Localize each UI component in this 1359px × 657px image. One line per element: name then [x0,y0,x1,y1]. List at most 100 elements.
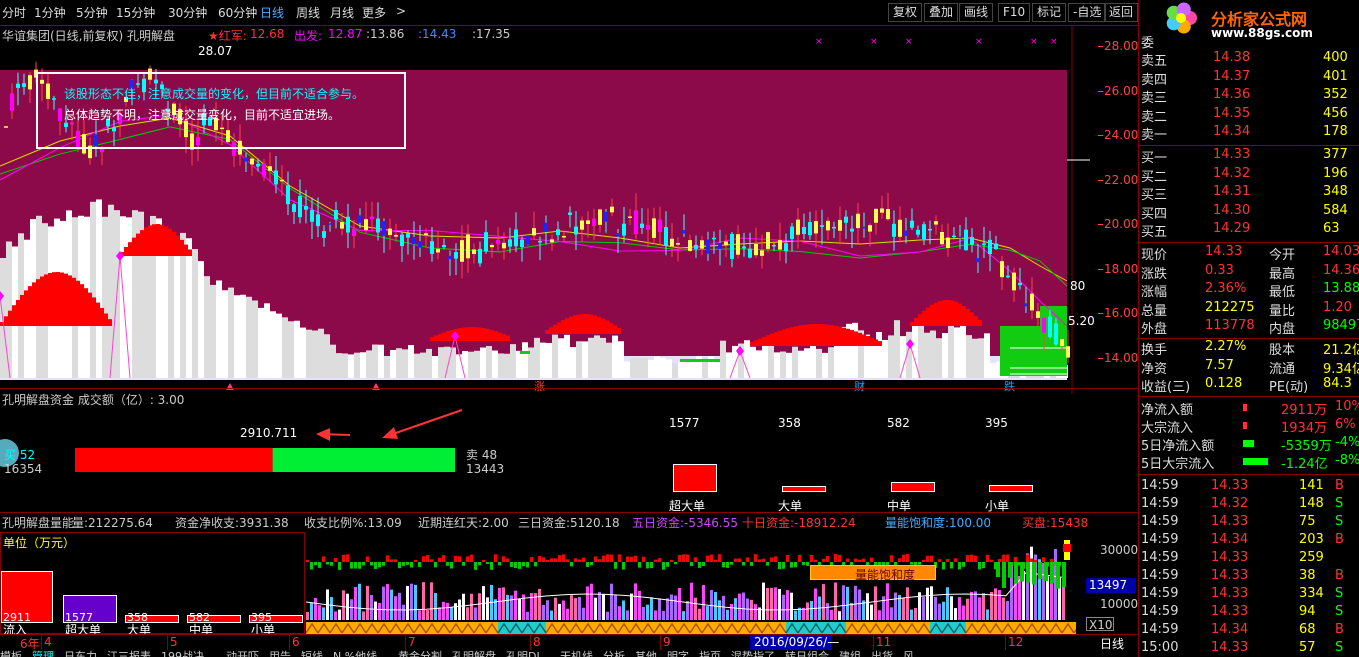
row-price: 14.29 [1213,221,1251,237]
row-label: 买一 [1141,151,1168,166]
volume-chart [306,532,1076,634]
template-tab-17[interactable]: 混势指了 [731,650,775,657]
template-tab-16[interactable]: 指页 [699,650,721,657]
marker-1: 财 [854,379,865,393]
tick-vol: 68 [1299,621,1316,637]
stat-label-1: 净资 [1141,361,1168,377]
quote-row-buys-3: 买四 14.30 584 [1139,203,1359,222]
template-tab-12[interactable]: 天机线 [560,650,593,657]
flow-row-2: 5日净流入额 -5359万 -4% [1139,435,1359,454]
template-tab-2[interactable]: 日东力 [64,650,97,657]
template-tab-21[interactable]: 风 [903,650,914,657]
tool-5[interactable]: -自选 [1068,3,1107,22]
tick-price: 14.34 [1211,621,1249,637]
tool-1[interactable]: 叠加 [924,3,959,22]
more-arrow[interactable]: > [396,4,406,18]
tick-price: 14.33 [1211,639,1249,655]
energy-stat-label: 量: [72,516,89,530]
flow-row-1: 大宗流入 1934万 6% [1139,417,1359,436]
tick-time: 14:59 [1141,603,1179,619]
tool-2[interactable]: 画线 [959,3,994,22]
quote-row-sells-0: 卖五 14.38 400 [1139,50,1359,69]
quote-row-sells-3: 卖二 14.35 456 [1139,105,1359,125]
template-tab-15[interactable]: 明字 [667,650,689,657]
tool-3[interactable]: F10 [998,3,1031,22]
tick-vol: 141 [1299,477,1324,493]
period-6[interactable]: 日线 [260,4,284,21]
logo: 分析家公式网 [1139,0,1359,34]
template-tab-7[interactable]: 短线 [301,650,323,657]
period-1[interactable]: 1分钟 [34,4,66,21]
template-tab-10[interactable]: 孔明解盘 [452,650,496,657]
template-tab-18[interactable]: 转日组合 [785,650,829,657]
stat-label-2: 最低 [1269,285,1296,301]
tick-vol: 75 [1299,513,1316,529]
flow-label: 5日大宗流入 [1141,457,1215,473]
energy-stat-4: 三日资金:5120.18 [518,514,620,531]
divider [0,388,1138,389]
period-0[interactable]: 分时 [2,4,26,21]
saturation-label: 量能饱和度 [855,568,916,582]
template-tab-0[interactable]: 模板 [0,650,22,657]
period-9[interactable]: 更多 [362,4,386,21]
template-tab-14[interactable]: 其他 [635,650,657,657]
stat-label-2: 量比 [1269,303,1296,319]
template-tab-19[interactable]: 建组 [839,650,861,657]
price-tick-mark [1098,46,1103,47]
row-vol: 377 [1323,147,1348,162]
info-value-4: :14.43 [418,27,457,41]
template-tab-3[interactable]: 江三报表 [107,650,151,657]
energy-stat-2: 收支比例%:13.09 [304,514,402,531]
tool-4[interactable]: 标记 [1032,3,1067,22]
row-vol: 456 [1323,105,1348,121]
stat-label-2: 内盘 [1269,322,1296,338]
price-tick-mark [1098,313,1103,315]
flow-label: 净流入额 [1141,402,1194,418]
template-tab-9[interactable]: 黄金分割 [398,650,442,657]
hongjun-value: 12.68 [250,27,285,41]
chufa-label: 出发: [294,29,323,43]
order-bar-3 [989,485,1033,492]
tick-price: 14.33 [1211,513,1249,529]
template-tab-8[interactable]: N.%他线 [333,650,377,657]
quote-row-buys-1: 买二 14.32 196 [1139,166,1359,185]
period-3[interactable]: 15分钟 [116,4,155,21]
period-7[interactable]: 周线 [296,4,320,21]
chart-title: 华谊集团(日线,前复权) 孔明解盘 [2,29,175,43]
stat-value-2: 13.88 [1323,281,1359,297]
order-value-0: 1577 [669,416,700,430]
period-8[interactable]: 月线 [330,4,354,21]
template-tab-20[interactable]: 出货 [871,650,893,657]
energy-stat-label: 五日资金: [632,516,685,530]
flow-bar [1243,458,1268,466]
period-5[interactable]: 60分钟 [218,4,257,21]
tool-6[interactable]: 返回 [1104,3,1139,22]
vol-axis-10000: 10000 [1100,597,1139,611]
x10-button[interactable]: X10 [1086,617,1114,632]
energy-stat-label: 资金净收支: [175,516,240,530]
template-tab-4[interactable]: 199战决 [161,650,204,657]
period-2[interactable]: 5分钟 [76,4,108,21]
template-tab-5[interactable]: 动开吓 [226,650,259,657]
energy-stat-3: 近期连红天:2.00 [418,514,509,531]
stat-label-2: 流通 [1269,361,1296,377]
price-tick-mark [1098,224,1103,226]
month-tick [530,635,531,650]
template-tab-13[interactable]: 分析 [603,650,625,657]
energy-stat-7: 量能饱和度:100.00 [885,514,991,531]
stat-value-1: 0.128 [1205,376,1243,392]
period-4[interactable]: 30分钟 [168,4,207,21]
order-value-1: 358 [778,416,801,430]
chufa-value: 12.87 [328,27,363,41]
template-tab-11[interactable]: 孔明DI [506,650,540,657]
row-vol: 348 [1323,184,1348,200]
unit-box: 单位（万元） 2911 流入 1577 超大单 358 大单 582 中单 395 小单 [0,532,305,637]
tick-time: 14:59 [1141,495,1179,511]
tool-0[interactable]: 复权 [888,3,923,22]
energy-stat-0: 量:212275.64 [72,514,153,531]
template-tab-6[interactable]: 用告 [269,650,291,657]
stat-row-1: 涨跌 0.33 最高 14.36 [1139,263,1359,282]
template-tab-1[interactable]: 管理 [32,650,54,657]
flow-row-0: 净流入额 2911万 10% [1139,399,1359,418]
row-label: 买五 [1141,225,1168,241]
